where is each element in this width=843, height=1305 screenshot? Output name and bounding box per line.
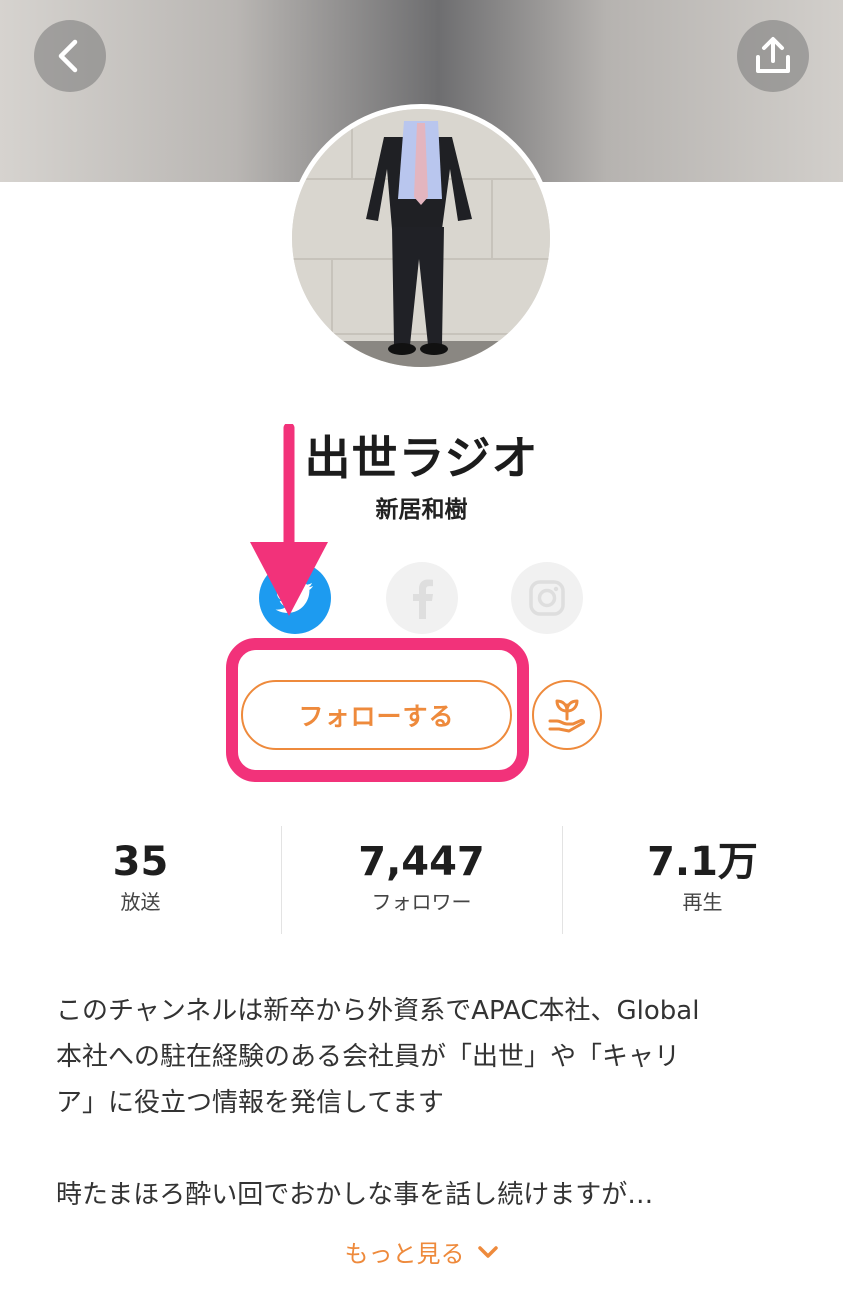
stat-value: 7.1万: [647, 839, 758, 885]
stat-value: 35: [112, 839, 169, 885]
show-more-label: もっと見る: [344, 1240, 465, 1268]
stat-followers[interactable]: 7,447 フォロワー: [281, 826, 562, 934]
follow-button[interactable]: フォローする: [241, 680, 512, 750]
instagram-link[interactable]: [511, 562, 583, 634]
instagram-icon: [529, 580, 565, 616]
channel-description: このチャンネルは新卒から外資系でAPAC本社、Global 本社への駐在経験のあ…: [56, 988, 796, 1218]
description-blank-line: [56, 1126, 796, 1172]
chevron-down-icon: [477, 1245, 498, 1258]
chevron-left-icon: [58, 39, 78, 73]
stat-label: フォロワー: [371, 890, 472, 914]
owner-name: 新居和樹: [375, 497, 468, 523]
facebook-link[interactable]: [386, 562, 458, 634]
stat-value: 7,447: [358, 839, 485, 885]
stat-broadcasts: 35 放送: [0, 826, 281, 934]
share-upload-icon: [756, 37, 790, 73]
stat-label: 再生: [682, 890, 723, 914]
channel-stats: 35 放送 7,447 フォロワー 7.1万 再生: [0, 826, 843, 934]
support-button[interactable]: [532, 680, 602, 750]
channel-avatar: [287, 104, 555, 372]
stat-plays: 7.1万 再生: [562, 826, 843, 934]
description-line: 本社への駐在経験のある会社員が「出世」や「キャリ: [56, 1042, 681, 1072]
back-button[interactable]: [34, 20, 106, 92]
stat-label: 放送: [120, 890, 161, 914]
description-line: ア」に役立つ情報を発信してます: [56, 1088, 444, 1118]
facebook-icon: [413, 579, 433, 619]
description-line: このチャンネルは新卒から外資系でAPAC本社、Global: [56, 996, 700, 1026]
show-more-button[interactable]: もっと見る: [0, 1234, 843, 1269]
share-button[interactable]: [737, 20, 809, 92]
plant-hand-icon: [548, 699, 586, 733]
annotation-arrow: [250, 424, 328, 616]
description-line: 時たまほろ酔い回でおかしな事を話し続けますが…: [56, 1180, 654, 1210]
channel-title: 出世ラジオ: [304, 431, 539, 485]
